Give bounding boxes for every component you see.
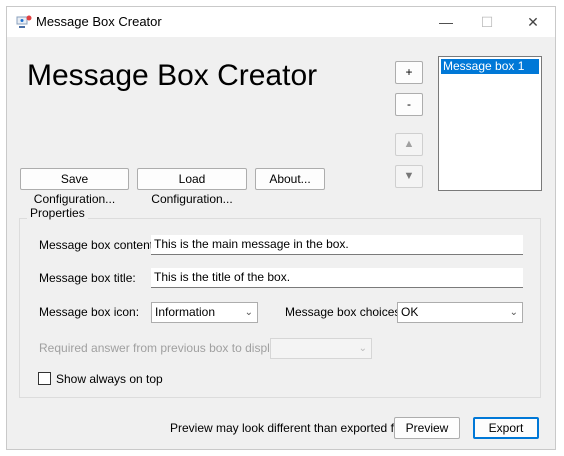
remove-box-button[interactable]: -	[395, 93, 423, 116]
main-panel: Message Box Creator + - ▲ ▼ Message box …	[7, 37, 555, 449]
app-icon	[16, 15, 32, 28]
move-down-button[interactable]: ▼	[395, 165, 423, 188]
title-bar: Message Box Creator — ☐ ✕	[7, 7, 555, 37]
list-item[interactable]: Message box 1	[441, 59, 539, 74]
icon-label: Message box icon:	[39, 305, 140, 319]
page-title: Message Box Creator	[27, 59, 318, 92]
arrow-up-icon: ▲	[403, 138, 415, 150]
choices-select-value: OK	[401, 305, 419, 319]
add-box-button[interactable]: +	[395, 61, 423, 84]
maximize-icon[interactable]: ☐	[477, 12, 497, 32]
app-window: Message Box Creator — ☐ ✕ Message Box Cr…	[6, 6, 556, 450]
close-icon[interactable]: ✕	[523, 12, 543, 32]
choices-select[interactable]: OK ⌄	[397, 302, 523, 323]
always-on-top-checkbox[interactable]	[38, 372, 51, 385]
chevron-down-icon: ⌄	[244, 307, 253, 318]
arrow-down-icon: ▼	[403, 170, 415, 182]
title-input[interactable]: This is the title of the box.	[151, 268, 523, 288]
choices-label: Message box choices:	[285, 305, 404, 319]
required-answer-label: Required answer from previous box to dis…	[39, 341, 286, 355]
chevron-down-icon: ⌄	[509, 307, 518, 318]
preview-button[interactable]: Preview	[394, 417, 460, 439]
icon-select[interactable]: Information ⌄	[151, 302, 258, 323]
always-on-top-label: Show always on top	[56, 372, 163, 386]
about-button[interactable]: About...	[255, 168, 325, 190]
properties-label: Properties	[27, 206, 88, 220]
export-button[interactable]: Export	[473, 417, 539, 439]
content-input[interactable]: This is the main message in the box.	[151, 235, 523, 255]
title-label: Message box title:	[39, 271, 136, 285]
minimize-icon[interactable]: —	[436, 12, 456, 32]
icon-select-value: Information	[155, 305, 216, 319]
required-answer-select[interactable]: ⌄	[270, 338, 372, 359]
load-configuration-button[interactable]: Load Configuration...	[137, 168, 247, 206]
move-up-button[interactable]: ▲	[395, 133, 423, 156]
preview-note: Preview may look different than exported…	[170, 421, 410, 435]
message-box-list[interactable]: Message box 1	[438, 56, 542, 191]
save-configuration-button[interactable]: Save Configuration...	[20, 168, 129, 206]
chevron-down-icon: ⌄	[358, 343, 367, 354]
content-label: Message box content:	[39, 238, 157, 252]
window-title: Message Box Creator	[36, 14, 162, 29]
